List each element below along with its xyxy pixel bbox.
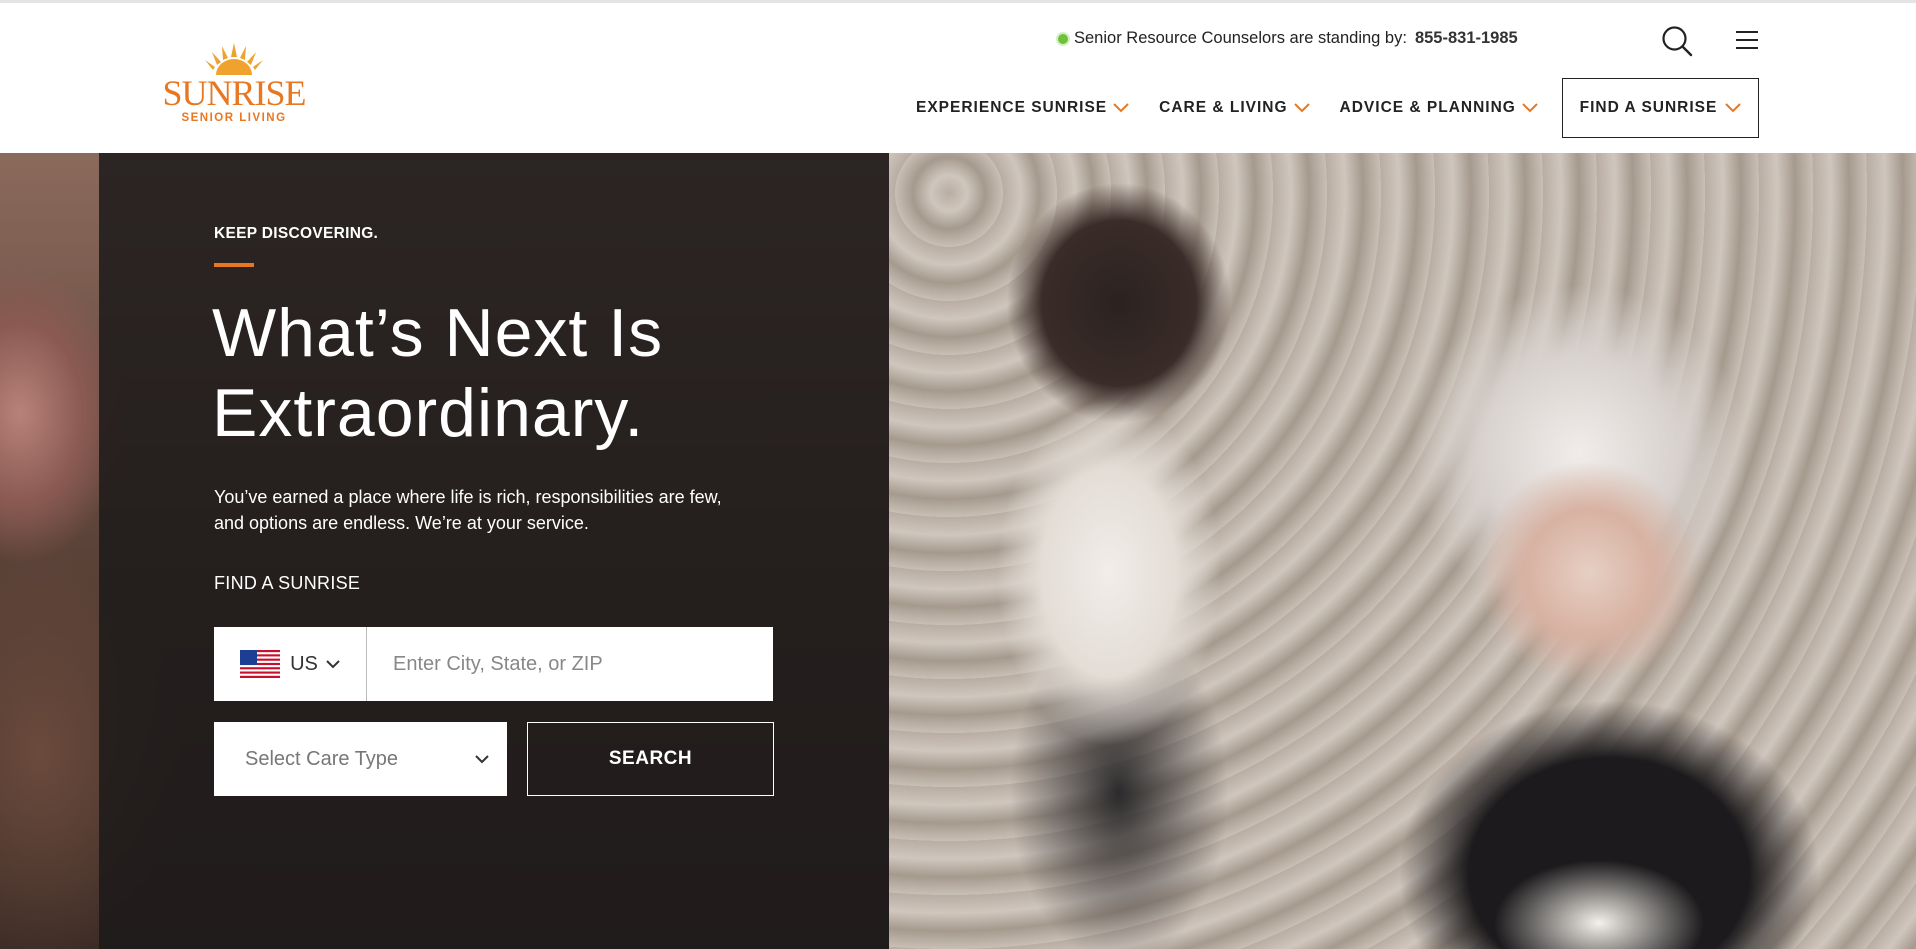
headline-line-2: Extraordinary. [212,375,645,451]
hero-section: KEEP DISCOVERING. What’s Next Is Extraor… [0,153,1916,949]
hero-eyebrow: KEEP DISCOVERING. [214,225,379,242]
care-type-value: Select Care Type [245,747,399,770]
nav-item-label: EXPERIENCE SUNRISE [916,99,1108,116]
phone-link[interactable]: 855-831-1985 [1415,29,1518,48]
search-button[interactable]: SEARCH [527,722,774,796]
hero-overlay-panel [99,153,889,949]
online-status-icon [1058,33,1068,44]
chevron-down-icon [326,659,340,668]
counselor-bar: Senior Resource Counselors are standing … [1058,29,1518,48]
find-a-sunrise-label: FIND A SUNRISE [1579,99,1718,116]
chevron-down-icon [1293,103,1310,113]
nav-experience-sunrise[interactable]: EXPERIENCE SUNRISE [916,99,1129,117]
sunrise-logo-mark: SUNRISE SENIOR LIVING [162,43,307,124]
headline-line-1: What’s Next Is [212,295,664,371]
chevron-down-icon [1522,103,1538,113]
location-search-input[interactable] [367,627,773,701]
search-button-label: SEARCH [608,748,693,769]
chevron-down-icon [1113,103,1129,113]
find-a-sunrise-heading: FIND A SUNRISE [214,573,361,593]
us-flag-icon [240,650,281,678]
hero-headline: What’s Next Is Extraordinary. [212,293,852,453]
site-header: SUNRISE SENIOR LIVING Senior Resource Co… [0,0,1916,153]
country-code: US [290,652,318,675]
nav-item-label: ADVICE & PLANNING [1339,99,1516,116]
country-select[interactable]: US [214,627,367,701]
nav-advice-planning[interactable]: ADVICE & PLANNING [1340,99,1538,117]
hamburger-menu-icon[interactable] [1735,29,1759,51]
main-nav: EXPERIENCE SUNRISE CARE & LIVING ADVICE … [916,77,1568,139]
brand-name: SUNRISE [162,73,305,113]
hero-photo-stylist-with-resident [889,153,1916,949]
accent-divider [214,263,254,267]
nav-care-living[interactable]: CARE & LIVING [1159,99,1310,117]
chevron-down-icon [475,754,489,763]
sunrise-logo[interactable]: SUNRISE SENIOR LIVING [156,33,312,124]
find-a-sunrise-button[interactable]: FIND A SUNRISE [1562,78,1759,138]
nav-item-label: CARE & LIVING [1159,99,1288,116]
care-type-select[interactable]: Select Care Type [214,722,507,796]
search-icon[interactable] [1661,25,1693,57]
chevron-down-icon [1725,103,1742,113]
brand-tagline: SENIOR LIVING [181,112,286,123]
hero-subcopy: You’ve earned a place where life is rich… [214,487,722,533]
counselor-status-text: Senior Resource Counselors are standing … [1074,29,1407,47]
